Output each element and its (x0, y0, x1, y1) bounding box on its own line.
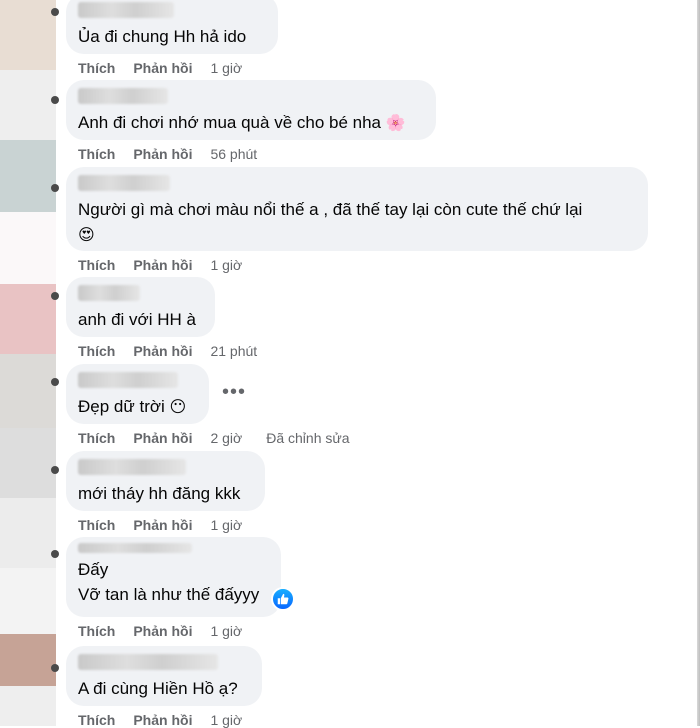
like-button[interactable]: Thích (78, 430, 115, 446)
avatar[interactable] (0, 354, 56, 428)
comment-bubble: Đấy Vỡ tan là như thế đấyyy (66, 537, 295, 617)
comment-actions: Thích Phản hồi 21 phút (78, 343, 257, 359)
commenter-name[interactable] (78, 285, 140, 301)
comment-bubble: Đẹp dữ trời 😶 (66, 364, 209, 424)
like-button[interactable]: Thích (78, 517, 115, 533)
heart-eyes-icon: 😍 (78, 225, 95, 244)
commenter-name[interactable] (78, 175, 170, 191)
avatar-edge (51, 184, 59, 192)
reply-button[interactable]: Phản hồi (133, 257, 192, 273)
comment-text: Vỡ tan là như thế đấyyy (78, 585, 260, 604)
reply-button[interactable]: Phản hồi (133, 623, 192, 639)
comment-bubble: Anh đi chơi nhớ mua quà về cho bé nha 🌸 (66, 80, 436, 140)
comment-actions: Thích Phản hồi 56 phút (78, 146, 436, 162)
reply-button[interactable]: Phản hồi (133, 60, 192, 76)
comment: Đẹp dữ trời 😶 Thích Phản hồi 2 giờ Đã ch… (66, 364, 350, 446)
avatar[interactable] (0, 140, 56, 212)
reply-button[interactable]: Phản hồi (133, 146, 192, 162)
comment-text: Đẹp dữ trời 😶 (78, 397, 187, 416)
avatar[interactable] (0, 70, 56, 140)
comment-bubble: A đi cùng Hiền Hồ ạ? (66, 646, 262, 706)
comment-actions: Thích Phản hồi 2 giờ Đã chỉnh sửa (78, 430, 350, 446)
avatar[interactable] (0, 284, 56, 354)
comment-actions: Thích Phản hồi 1 giờ (78, 257, 648, 273)
comment: Đấy Vỡ tan là như thế đấyyy Thích Phản h… (66, 537, 295, 639)
commenter-name[interactable] (78, 88, 168, 104)
comment-bubble: mới tháy hh đăng kkk (66, 451, 265, 511)
comment: Người gì mà chơi màu nổi thế a , đã thế … (66, 167, 648, 273)
like-reaction-icon[interactable] (271, 587, 295, 611)
comment-bubble: anh đi với HH à (66, 277, 215, 337)
edited-label[interactable]: Đã chỉnh sửa (266, 430, 349, 446)
avatar-column (0, 0, 59, 726)
comment-bubble: Người gì mà chơi màu nổi thế a , đã thế … (66, 167, 648, 251)
reply-button[interactable]: Phản hồi (133, 343, 192, 359)
like-button[interactable]: Thích (78, 146, 115, 162)
commenter-name[interactable] (78, 459, 186, 475)
like-button[interactable]: Thích (78, 343, 115, 359)
avatar-edge (51, 466, 59, 474)
avatar[interactable] (0, 568, 56, 634)
avatar-edge (51, 664, 59, 672)
avatar[interactable] (0, 428, 56, 498)
avatar[interactable] (0, 686, 56, 726)
avatar[interactable] (0, 0, 56, 70)
like-button[interactable]: Thích (78, 257, 115, 273)
thumbs-up-icon (277, 593, 289, 605)
comment-time[interactable]: 2 giờ (210, 430, 242, 446)
comment-time[interactable]: 1 giờ (210, 623, 242, 639)
comment: Anh đi chơi nhớ mua quà về cho bé nha 🌸 … (66, 80, 436, 162)
reply-button[interactable]: Phản hồi (133, 430, 192, 446)
comment-actions: Thích Phản hồi 1 giờ (78, 60, 278, 76)
comment-time[interactable]: 1 giờ (210, 257, 242, 273)
comment-text: A đi cùng Hiền Hồ ạ? (78, 679, 238, 698)
commenter-name[interactable] (78, 654, 218, 670)
comment-text: Đấy (78, 560, 109, 579)
commenter-name[interactable] (78, 2, 174, 18)
comment-time[interactable]: 1 giờ (210, 60, 242, 76)
avatar[interactable] (0, 498, 56, 568)
comment: Ủa đi chung Hh hả ido Thích Phản hồi 1 g… (66, 0, 278, 76)
comment-actions: Thích Phản hồi 1 giờ (78, 623, 281, 639)
avatar-edge (51, 550, 59, 558)
comment-text: Người gì mà chơi màu nổi thế a , đã thế … (78, 200, 583, 244)
no-mouth-face-icon: 😶 (169, 397, 187, 416)
comment-text: anh đi với HH à (78, 310, 196, 329)
comment-time[interactable]: 1 giờ (210, 517, 242, 533)
comment: A đi cùng Hiền Hồ ạ? Thích Phản hồi 1 gi… (66, 646, 262, 728)
cherry-blossom-icon: 🌸 (385, 113, 406, 132)
commenter-name[interactable] (78, 372, 178, 388)
comment: mới tháy hh đăng kkk Thích Phản hồi 1 gi… (66, 451, 265, 533)
avatar-edge (51, 292, 59, 300)
avatar[interactable] (0, 212, 56, 284)
comment-text: Ủa đi chung Hh hả ido (78, 27, 247, 46)
comment-text: Anh đi chơi nhớ mua quà về cho bé nha 🌸 (78, 113, 406, 132)
avatar-edge (51, 96, 59, 104)
more-horizontal-icon[interactable]: ••• (222, 382, 246, 402)
reply-button[interactable]: Phản hồi (133, 517, 192, 533)
comment: anh đi với HH à Thích Phản hồi 21 phút (66, 277, 257, 359)
comment-time[interactable]: 21 phút (210, 343, 257, 359)
comment-time[interactable]: 56 phút (210, 146, 257, 162)
avatar-edge (51, 8, 59, 16)
comment-actions: Thích Phản hồi 1 giờ (78, 517, 265, 533)
avatar-edge (51, 378, 59, 386)
comment-bubble: Ủa đi chung Hh hả ido (66, 0, 278, 54)
commenter-name[interactable] (78, 543, 192, 553)
avatar[interactable] (0, 634, 56, 686)
comment-text: mới tháy hh đăng kkk (78, 484, 241, 503)
like-button[interactable]: Thích (78, 60, 115, 76)
like-button[interactable]: Thích (78, 623, 115, 639)
